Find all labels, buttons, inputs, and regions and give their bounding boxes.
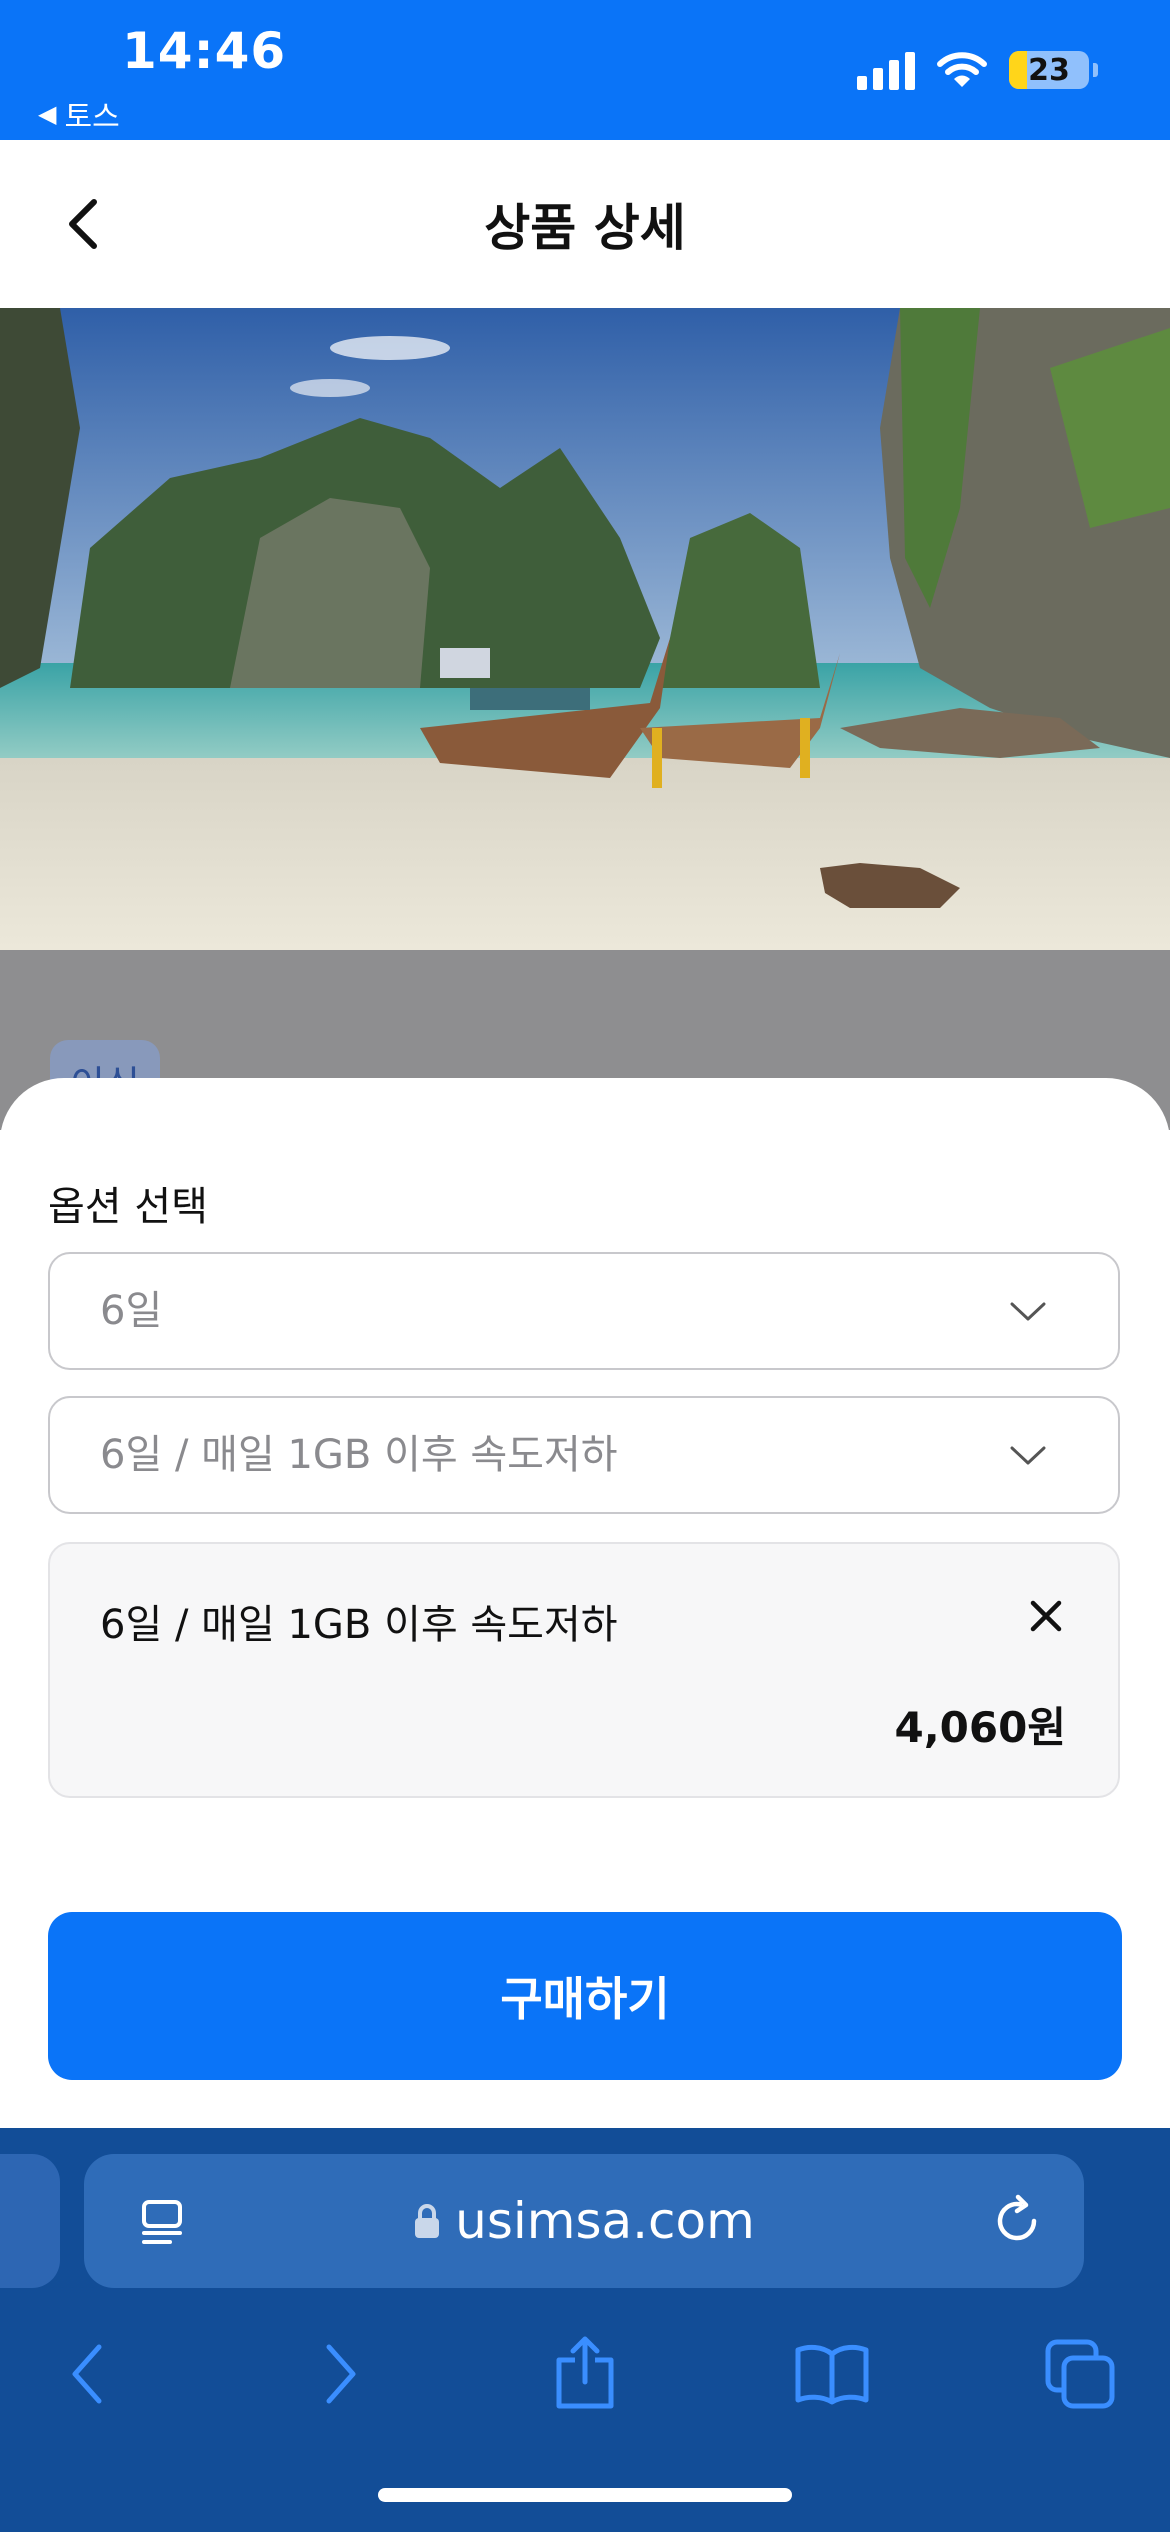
plan-select[interactable]: 6일 / 매일 1GB 이후 속도저하	[48, 1396, 1120, 1514]
battery-icon: 23	[1009, 51, 1089, 89]
url-text: usimsa.com	[455, 2192, 755, 2250]
duration-select-value: 6일	[100, 1288, 163, 1334]
status-icons: 23	[857, 50, 1098, 90]
buy-button[interactable]: 구매하기	[48, 1912, 1122, 2080]
chevron-down-icon	[1010, 1446, 1046, 1465]
back-triangle-icon: ◀	[38, 100, 57, 128]
status-time: 14:46	[122, 22, 287, 80]
selected-option-price: 4,060원	[894, 1703, 1067, 1752]
option-bottom-sheet: 옵션 선택 6일 6일 / 매일 1GB 이후 속도저하 6일 / 매일 1GB…	[0, 1078, 1170, 2128]
back-icon[interactable]	[48, 2334, 128, 2414]
product-hero-image	[0, 308, 1170, 950]
selected-option-name: 6일 / 매일 1GB 이후 속도저하	[100, 1602, 618, 1648]
plan-select-value: 6일 / 매일 1GB 이후 속도저하	[100, 1432, 618, 1478]
status-bar: 14:46 ◀ 토스 23	[0, 0, 1170, 140]
page-title: 상품 상세	[484, 199, 686, 257]
duration-select[interactable]: 6일	[48, 1252, 1120, 1370]
url-display[interactable]: usimsa.com	[84, 2154, 1084, 2288]
back-app-label: 토스	[64, 100, 120, 135]
battery-tip	[1093, 63, 1098, 77]
nav-header: 상품 상세	[0, 140, 1170, 308]
browser-chrome: usimsa.com	[0, 2128, 1170, 2532]
tabs-icon[interactable]	[1040, 2334, 1120, 2414]
back-to-app-link[interactable]: ◀ 토스	[38, 92, 120, 136]
browser-toolbar	[0, 2316, 1170, 2426]
lock-icon	[415, 2204, 440, 2238]
previous-tab-peek[interactable]	[0, 2154, 60, 2288]
home-indicator[interactable]	[378, 2488, 792, 2502]
wifi-icon	[937, 52, 987, 87]
chevron-down-icon	[1010, 1302, 1046, 1321]
close-icon[interactable]	[1028, 1598, 1064, 1634]
selected-option-card: 6일 / 매일 1GB 이후 속도저하 4,060원	[48, 1542, 1120, 1798]
battery-level: 23	[1028, 52, 1070, 88]
address-bar[interactable]: usimsa.com	[84, 2154, 1084, 2288]
bookmarks-icon[interactable]	[792, 2334, 872, 2414]
reload-icon[interactable]	[990, 2194, 1044, 2248]
signal-icon	[857, 50, 915, 90]
forward-icon[interactable]	[300, 2334, 380, 2414]
share-icon[interactable]	[545, 2334, 625, 2414]
option-select-label: 옵션 선택	[48, 1184, 208, 1230]
